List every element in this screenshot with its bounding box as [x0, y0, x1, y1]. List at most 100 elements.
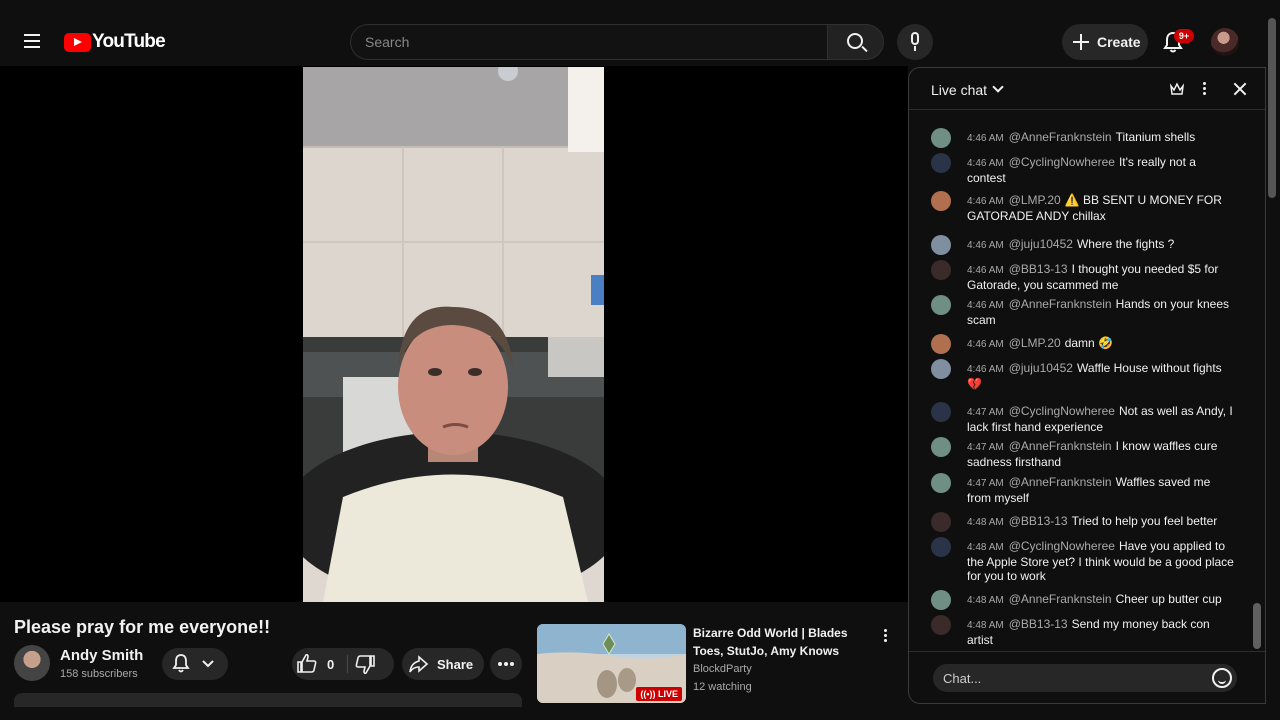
chat-avatar[interactable] [931, 402, 951, 422]
video-player[interactable] [0, 66, 908, 602]
recommended-thumbnail[interactable]: ((•)) LIVE [537, 624, 686, 703]
chat-author[interactable]: @CyclingNowheree [1009, 155, 1115, 169]
chat-avatar[interactable] [931, 437, 951, 457]
recommended-menu-button[interactable] [876, 626, 896, 646]
recommended-title[interactable]: Bizarre Odd World | Blades Toes, StutJo,… [693, 624, 863, 660]
chat-avatar[interactable] [931, 128, 951, 148]
chat-avatar[interactable] [931, 615, 951, 635]
chat-time: 4:46 AM [967, 265, 1004, 276]
chevron-down-icon[interactable] [992, 81, 1004, 93]
account-avatar[interactable] [1211, 28, 1239, 56]
chat-author[interactable]: @BB13-13 [1009, 514, 1068, 528]
close-icon[interactable] [1231, 80, 1249, 98]
chat-text: damn 🤣 [1064, 336, 1113, 350]
chat-time: 4:48 AM [967, 517, 1004, 528]
chat-author[interactable]: @LMP.20 [1009, 193, 1061, 207]
live-label: LIVE [657, 689, 678, 699]
chat-input-area [909, 651, 1265, 703]
notification-count-badge: 9+ [1174, 29, 1194, 43]
chat-text: Waffle House without fights 💔 [967, 361, 1222, 391]
chat-input[interactable] [933, 664, 1237, 692]
search-input[interactable] [350, 24, 827, 60]
chat-text: Where the fights ? [1076, 237, 1175, 251]
chat-time: 4:46 AM [967, 364, 1004, 375]
chat-author[interactable]: @AnneFranknstein [1009, 130, 1112, 144]
voice-search-button[interactable] [897, 24, 933, 60]
chat-avatar[interactable] [931, 512, 951, 532]
more-vertical-icon [1203, 82, 1207, 96]
more-horizontal-icon [498, 662, 514, 666]
chat-author[interactable]: @AnneFranknstein [1009, 439, 1112, 453]
search-icon [847, 33, 863, 49]
thumbs-up-icon [297, 653, 317, 673]
subscribed-button[interactable] [162, 648, 228, 680]
page-scrollbar[interactable] [1268, 18, 1276, 198]
chat-author[interactable]: @juju10452 [1009, 361, 1073, 375]
chat-author[interactable]: @AnneFranknstein [1009, 475, 1112, 489]
chat-avatar[interactable] [931, 191, 951, 211]
more-vertical-icon [884, 629, 888, 643]
chat-menu-button[interactable] [1196, 80, 1214, 98]
chat-time: 4:48 AM [967, 542, 1004, 553]
chat-avatar[interactable] [931, 590, 951, 610]
chat-avatar[interactable] [931, 473, 951, 493]
share-label: Share [437, 657, 474, 672]
chevron-down-icon [202, 660, 214, 668]
live-badge: ((•)) LIVE [636, 687, 682, 701]
chat-avatar[interactable] [931, 537, 951, 557]
youtube-logo[interactable]: YouTube [64, 31, 166, 53]
play-logo-icon [64, 32, 91, 52]
chat-time: 4:46 AM [967, 240, 1004, 251]
chat-author[interactable]: @BB13-13 [1009, 262, 1068, 276]
emoji-icon[interactable] [1212, 668, 1232, 688]
masthead: YouTube Create 9+ [0, 0, 1280, 198]
chat-author[interactable]: @CyclingNowheree [1009, 539, 1115, 553]
crown-button[interactable] [1168, 80, 1186, 98]
chat-avatar[interactable] [931, 334, 951, 354]
chat-messages: 4:46 AM @AnneFranknstein Titanium shells 4… [909, 110, 1265, 650]
video-content-image [303, 67, 604, 602]
chat-avatar[interactable] [931, 153, 951, 173]
more-actions-button[interactable] [490, 648, 522, 680]
chat-time: 4:46 AM [967, 196, 1004, 207]
dislike-button[interactable] [350, 648, 394, 680]
chat-text: ⚠️ BB SENT U MONEY FOR GATORADE ANDY chi… [967, 193, 1222, 223]
video-frame[interactable] [303, 67, 604, 602]
chat-author[interactable]: @AnneFranknstein [1009, 592, 1112, 606]
chat-avatar[interactable] [931, 359, 951, 379]
chat-author[interactable]: @juju10452 [1009, 237, 1073, 251]
chat-author[interactable]: @LMP.20 [1009, 336, 1061, 350]
share-button[interactable]: Share [402, 648, 484, 680]
chat-time: 4:46 AM [967, 300, 1004, 311]
chat-time: 4:46 AM [967, 339, 1004, 350]
search-button[interactable] [827, 24, 884, 60]
like-button[interactable]: 0 [292, 648, 348, 680]
chat-title[interactable]: Live chat [931, 82, 987, 98]
crown-icon [1169, 82, 1185, 95]
chat-time: 4:47 AM [967, 442, 1004, 453]
channel-name[interactable]: Andy Smith [60, 647, 143, 664]
video-title: Please pray for me everyone!! [14, 617, 271, 637]
create-button[interactable]: Create [1062, 24, 1148, 60]
create-label: Create [1097, 34, 1141, 50]
chat-text: Tried to help you feel better [1071, 514, 1218, 528]
channel-avatar[interactable] [14, 645, 50, 681]
like-count: 0 [327, 657, 335, 672]
description-box[interactable] [14, 693, 522, 707]
chat-avatar[interactable] [931, 260, 951, 280]
chat-time: 4:48 AM [967, 595, 1004, 606]
video-info: Please pray for me everyone!! Andy Smith… [0, 602, 908, 720]
chat-avatar[interactable] [931, 295, 951, 315]
plus-icon [1072, 33, 1090, 51]
recommended-channel[interactable]: BlockdParty [693, 663, 752, 675]
chat-avatar[interactable] [931, 235, 951, 255]
chat-author[interactable]: @CyclingNowheree [1009, 404, 1115, 418]
bell-icon [172, 654, 190, 669]
chat-author[interactable]: @AnneFranknstein [1009, 297, 1112, 311]
chat-scrollbar[interactable] [1253, 603, 1261, 649]
search-box [350, 24, 884, 60]
chat-author[interactable]: @BB13-13 [1009, 617, 1068, 631]
chat-time: 4:47 AM [967, 478, 1004, 489]
menu-icon[interactable] [16, 25, 48, 57]
share-icon [409, 655, 429, 673]
